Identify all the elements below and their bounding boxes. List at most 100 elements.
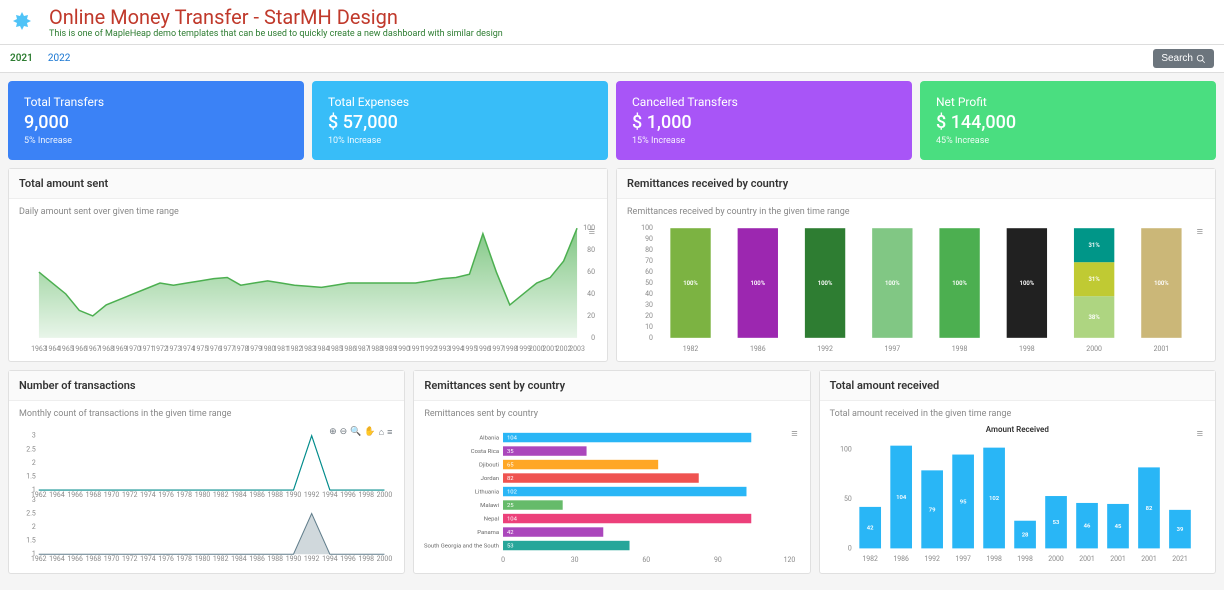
zoom-out-icon[interactable]: ⊖: [340, 427, 348, 438]
svg-text:53: 53: [507, 544, 514, 550]
svg-text:1994: 1994: [322, 491, 338, 499]
svg-text:1976: 1976: [158, 491, 174, 499]
kpi-cancelled: Cancelled Transfers $ 1,000 15% Increase: [616, 81, 912, 160]
svg-text:2.5: 2.5: [26, 445, 36, 453]
svg-text:38%: 38%: [1089, 314, 1101, 321]
home-icon[interactable]: ⌂: [379, 427, 384, 438]
tabs-bar: 2021 2022 Search: [0, 45, 1224, 73]
svg-text:1992: 1992: [304, 491, 320, 499]
svg-text:Malawi: Malawi: [480, 503, 499, 509]
tab-2022[interactable]: 2022: [48, 53, 70, 64]
svg-text:2: 2: [32, 523, 36, 531]
chart-total-sent: ≡ 02040608010019631964196519661967196819…: [19, 223, 597, 353]
svg-text:70: 70: [645, 257, 653, 265]
svg-text:1982: 1982: [213, 491, 229, 499]
svg-text:100%: 100%: [1020, 280, 1035, 287]
svg-text:100%: 100%: [1154, 280, 1169, 287]
svg-text:10: 10: [645, 323, 653, 331]
svg-text:1986: 1986: [893, 555, 909, 563]
app-header: Online Money Transfer - StarMH Design Th…: [0, 0, 1224, 45]
svg-text:Albania: Albania: [480, 436, 500, 442]
tab-2021[interactable]: 2021: [10, 53, 33, 64]
svg-text:40: 40: [587, 290, 595, 298]
chart-menu-icon[interactable]: ≡: [1197, 225, 1203, 238]
svg-text:79: 79: [928, 507, 935, 513]
svg-text:102: 102: [989, 496, 1000, 502]
svg-text:100%: 100%: [885, 280, 900, 287]
chart-menu-icon[interactable]: ≡: [589, 225, 595, 238]
svg-text:90: 90: [645, 235, 653, 243]
menu-icon[interactable]: ≡: [387, 427, 392, 438]
card-remit-country: Remittances received by country Remittan…: [616, 168, 1216, 362]
svg-text:0: 0: [591, 334, 595, 342]
svg-text:1982: 1982: [862, 555, 878, 563]
svg-text:1984: 1984: [231, 555, 247, 563]
svg-text:100%: 100%: [683, 280, 698, 287]
chart-remit-country: ≡ 0102030405060708090100100%1982100%1986…: [627, 223, 1205, 353]
svg-text:1980: 1980: [195, 491, 211, 499]
svg-text:60: 60: [643, 556, 651, 564]
svg-text:53: 53: [1052, 520, 1059, 526]
svg-text:2000: 2000: [377, 555, 393, 563]
svg-text:1968: 1968: [86, 555, 102, 563]
chart-legend: Amount Received: [830, 425, 1205, 434]
svg-text:1978: 1978: [177, 555, 193, 563]
svg-text:65: 65: [507, 463, 514, 469]
svg-text:1996: 1996: [340, 491, 356, 499]
chart-menu-icon[interactable]: ≡: [791, 427, 797, 440]
svg-text:1984: 1984: [231, 491, 247, 499]
svg-text:42: 42: [507, 530, 514, 536]
svg-text:45: 45: [1114, 524, 1121, 530]
hand-icon[interactable]: ✋: [364, 427, 375, 438]
svg-text:1972: 1972: [122, 555, 138, 563]
zoom-in-icon[interactable]: ⊕: [329, 427, 337, 438]
svg-text:0: 0: [649, 334, 653, 342]
svg-text:90: 90: [714, 556, 722, 564]
svg-text:3: 3: [32, 432, 36, 440]
svg-text:25: 25: [507, 503, 514, 509]
svg-text:30: 30: [571, 556, 579, 564]
svg-text:42: 42: [866, 526, 873, 532]
svg-text:30: 30: [645, 301, 653, 309]
svg-text:28: 28: [1021, 533, 1028, 539]
svg-text:1976: 1976: [158, 555, 174, 563]
svg-text:2001: 2001: [1141, 555, 1157, 563]
chart-remit-sent: ≡ 104Albania35Costa Rica65Djibouti82Jord…: [424, 425, 799, 565]
svg-text:1968: 1968: [86, 491, 102, 499]
chart-toolbar: ⊕ ⊖ 🔍 ✋ ⌂ ≡: [329, 427, 392, 438]
kpi-total-transfers: Total Transfers 9,000 5% Increase: [8, 81, 304, 160]
svg-text:2001: 2001: [1154, 345, 1170, 353]
svg-text:100%: 100%: [750, 280, 765, 287]
card-received: Total amount received Total amount recei…: [819, 370, 1216, 574]
svg-text:1980: 1980: [195, 555, 211, 563]
svg-text:Lithuania: Lithuania: [475, 490, 499, 496]
svg-text:2000: 2000: [1048, 555, 1064, 563]
svg-text:82: 82: [507, 476, 514, 482]
card-remit-sent: Remittances sent by country Remittances …: [413, 370, 810, 574]
svg-text:2001: 2001: [1110, 555, 1126, 563]
svg-text:31%: 31%: [1089, 242, 1101, 249]
svg-text:100: 100: [641, 224, 653, 232]
chart-menu-icon[interactable]: ≡: [1197, 427, 1203, 440]
svg-text:1970: 1970: [104, 555, 120, 563]
svg-text:1986: 1986: [249, 491, 265, 499]
page-title: Online Money Transfer - StarMH Design: [49, 5, 503, 29]
svg-text:0: 0: [501, 556, 505, 564]
svg-text:1994: 1994: [322, 555, 338, 563]
svg-text:3: 3: [32, 496, 36, 504]
svg-text:1.5: 1.5: [26, 472, 36, 480]
svg-text:Panama: Panama: [478, 530, 500, 536]
svg-text:2003: 2003: [569, 345, 585, 353]
svg-text:Jordan: Jordan: [481, 476, 499, 482]
svg-text:1966: 1966: [67, 491, 83, 499]
svg-text:31%: 31%: [1089, 276, 1101, 283]
search-button[interactable]: Search: [1153, 49, 1214, 68]
svg-text:1982: 1982: [683, 345, 699, 353]
svg-text:1988: 1988: [268, 491, 284, 499]
svg-text:1992: 1992: [924, 555, 940, 563]
svg-text:60: 60: [645, 268, 653, 276]
svg-text:40: 40: [645, 290, 653, 298]
search-icon[interactable]: 🔍: [350, 427, 361, 438]
svg-text:1998: 1998: [986, 555, 1002, 563]
svg-text:80: 80: [587, 246, 595, 254]
